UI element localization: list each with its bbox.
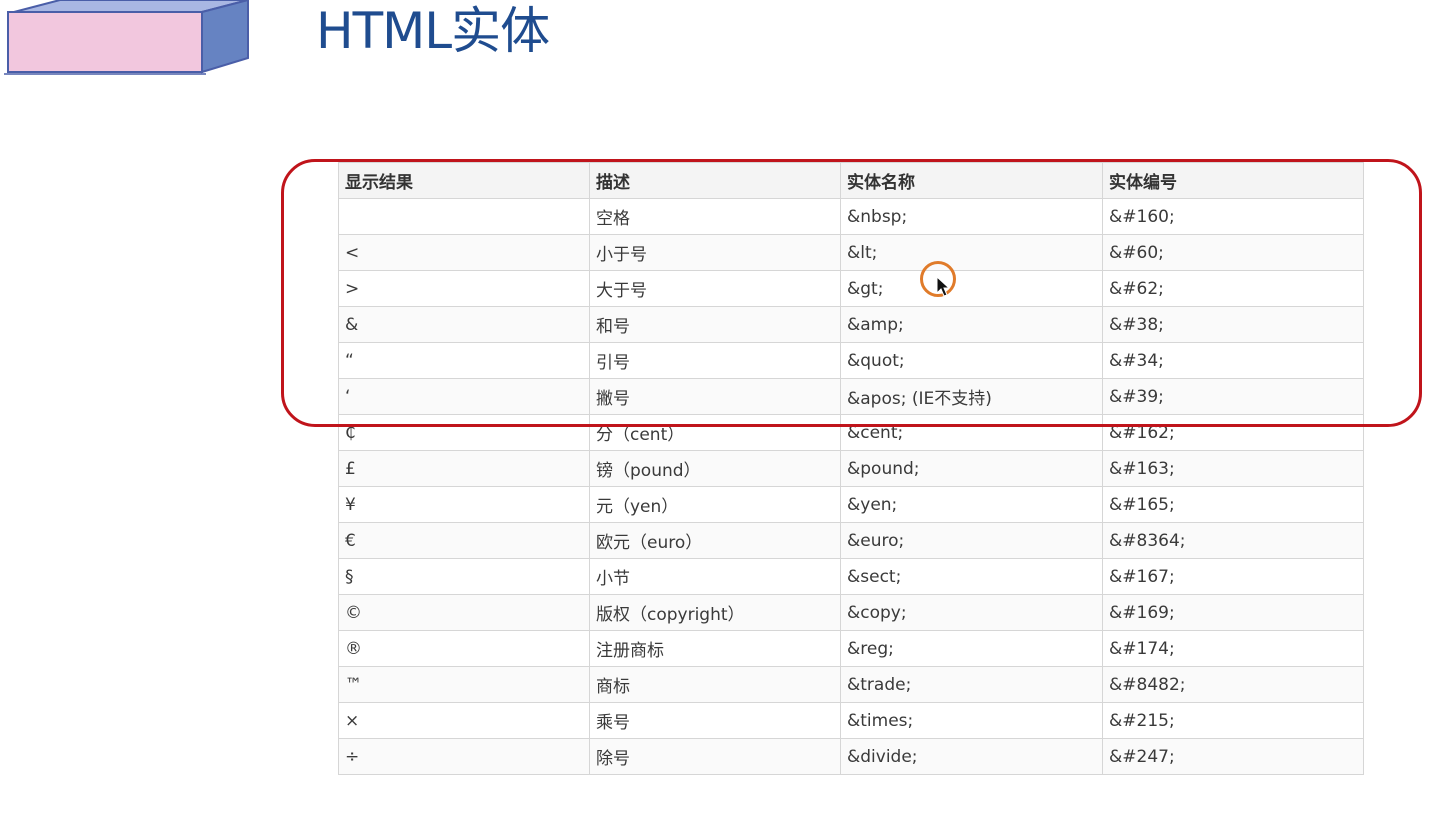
- table-cell-description: 大于号: [589, 270, 841, 307]
- table-cell-display: ₵: [338, 414, 590, 451]
- table-cell-entity-name: &reg;: [840, 630, 1103, 667]
- table-header-row: 显示结果 描述 实体名称 实体编号: [338, 162, 1364, 199]
- table-cell-entity-number: &#162;: [1102, 414, 1364, 451]
- table-cell-entity-number: &#8482;: [1102, 666, 1364, 703]
- table-row: 空格 &nbsp; &#160;: [338, 198, 1364, 235]
- table-cell-entity-name: &lt;: [840, 234, 1103, 271]
- column-header-entity-number: 实体编号: [1102, 162, 1364, 199]
- table-cell-entity-name: &gt;: [840, 270, 1103, 307]
- table-row: < 小于号 &lt; &#60;: [338, 234, 1364, 271]
- table-row: > 大于号 &gt; &#62;: [338, 270, 1364, 307]
- table-cell-entity-number: &#247;: [1102, 738, 1364, 775]
- table-cell-entity-name: &times;: [840, 702, 1103, 739]
- table-cell-entity-number: &#62;: [1102, 270, 1364, 307]
- table-cell-display: €: [338, 522, 590, 559]
- table-cell-entity-number: &#60;: [1102, 234, 1364, 271]
- table-cell-entity-number: &#167;: [1102, 558, 1364, 595]
- table-cell-description: 除号: [589, 738, 841, 775]
- table-cell-description: 小于号: [589, 234, 841, 271]
- box-logo-icon: [4, 0, 249, 75]
- table-cell-display: “: [338, 342, 590, 379]
- table-cell-description: 引号: [589, 342, 841, 379]
- table-cell-description: 乘号: [589, 702, 841, 739]
- table-cell-display: ™: [338, 666, 590, 703]
- table-row: € 欧元（euro） &euro; &#8364;: [338, 522, 1364, 559]
- table-row: & 和号 &amp; &#38;: [338, 306, 1364, 343]
- table-cell-entity-number: &#169;: [1102, 594, 1364, 631]
- table-cell-display: >: [338, 270, 590, 307]
- table-row: ™ 商标 &trade; &#8482;: [338, 666, 1364, 703]
- table-row: § 小节 &sect; &#167;: [338, 558, 1364, 595]
- table-cell-entity-name: &sect;: [840, 558, 1103, 595]
- table-cell-description: 和号: [589, 306, 841, 343]
- table-cell-display: ©: [338, 594, 590, 631]
- column-header-description: 描述: [589, 162, 841, 199]
- entity-table: 显示结果 描述 实体名称 实体编号 空格 &nbsp; &#160; < 小于号…: [338, 162, 1364, 775]
- table-row: ® 注册商标 &reg; &#174;: [338, 630, 1364, 667]
- table-cell-display: §: [338, 558, 590, 595]
- table-cell-entity-number: &#165;: [1102, 486, 1364, 523]
- page-title: HTML实体: [316, 2, 550, 60]
- table-cell-display: ‘: [338, 378, 590, 415]
- table-cell-entity-number: &#160;: [1102, 198, 1364, 235]
- table-cell-description: 欧元（euro）: [589, 522, 841, 559]
- table-cell-display: ×: [338, 702, 590, 739]
- table-cell-entity-number: &#174;: [1102, 630, 1364, 667]
- table-cell-entity-name: &euro;: [840, 522, 1103, 559]
- table-cell-display: ®: [338, 630, 590, 667]
- table-row: × 乘号 &times; &#215;: [338, 702, 1364, 739]
- table-row: £ 镑（pound） &pound; &#163;: [338, 450, 1364, 487]
- table-cell-display: <: [338, 234, 590, 271]
- table-cell-display: [338, 198, 590, 235]
- table-cell-description: 版权（copyright）: [589, 594, 841, 631]
- table-cell-entity-name: &apos; (IE不支持): [840, 378, 1103, 415]
- table-cell-entity-name: &nbsp;: [840, 198, 1103, 235]
- table-cell-description: 注册商标: [589, 630, 841, 667]
- table-cell-entity-number: &#8364;: [1102, 522, 1364, 559]
- table-row: ‘ 撇号 &apos; (IE不支持) &#39;: [338, 378, 1364, 415]
- table-cell-entity-number: &#38;: [1102, 306, 1364, 343]
- table-cell-display: ÷: [338, 738, 590, 775]
- table-cell-entity-number: &#34;: [1102, 342, 1364, 379]
- table-cell-description: 撇号: [589, 378, 841, 415]
- table-cell-display: &: [338, 306, 590, 343]
- table-cell-entity-name: &amp;: [840, 306, 1103, 343]
- table-row: ÷ 除号 &divide; &#247;: [338, 738, 1364, 775]
- table-cell-description: 小节: [589, 558, 841, 595]
- table-cell-entity-number: &#215;: [1102, 702, 1364, 739]
- table-cell-display: £: [338, 450, 590, 487]
- table-cell-entity-name: &divide;: [840, 738, 1103, 775]
- column-header-entity-name: 实体名称: [840, 162, 1103, 199]
- table-cell-description: 空格: [589, 198, 841, 235]
- table-cell-entity-name: &yen;: [840, 486, 1103, 523]
- table-cell-description: 元（yen）: [589, 486, 841, 523]
- table-row: ¥ 元（yen） &yen; &#165;: [338, 486, 1364, 523]
- table-cell-entity-number: &#39;: [1102, 378, 1364, 415]
- table-cell-entity-name: &trade;: [840, 666, 1103, 703]
- table-cell-entity-name: &quot;: [840, 342, 1103, 379]
- mouse-pointer-icon: [936, 276, 950, 297]
- table-cell-entity-name: &pound;: [840, 450, 1103, 487]
- table-cell-description: 分（cent）: [589, 414, 841, 451]
- table-cell-entity-number: &#163;: [1102, 450, 1364, 487]
- table-cell-description: 镑（pound）: [589, 450, 841, 487]
- table-row: “ 引号 &quot; &#34;: [338, 342, 1364, 379]
- table-row: © 版权（copyright） &copy; &#169;: [338, 594, 1364, 631]
- table-cell-description: 商标: [589, 666, 841, 703]
- column-header-display: 显示结果: [338, 162, 590, 199]
- table-cell-entity-name: &copy;: [840, 594, 1103, 631]
- table-cell-entity-name: &cent;: [840, 414, 1103, 451]
- table-cell-display: ¥: [338, 486, 590, 523]
- table-row: ₵ 分（cent） &cent; &#162;: [338, 414, 1364, 451]
